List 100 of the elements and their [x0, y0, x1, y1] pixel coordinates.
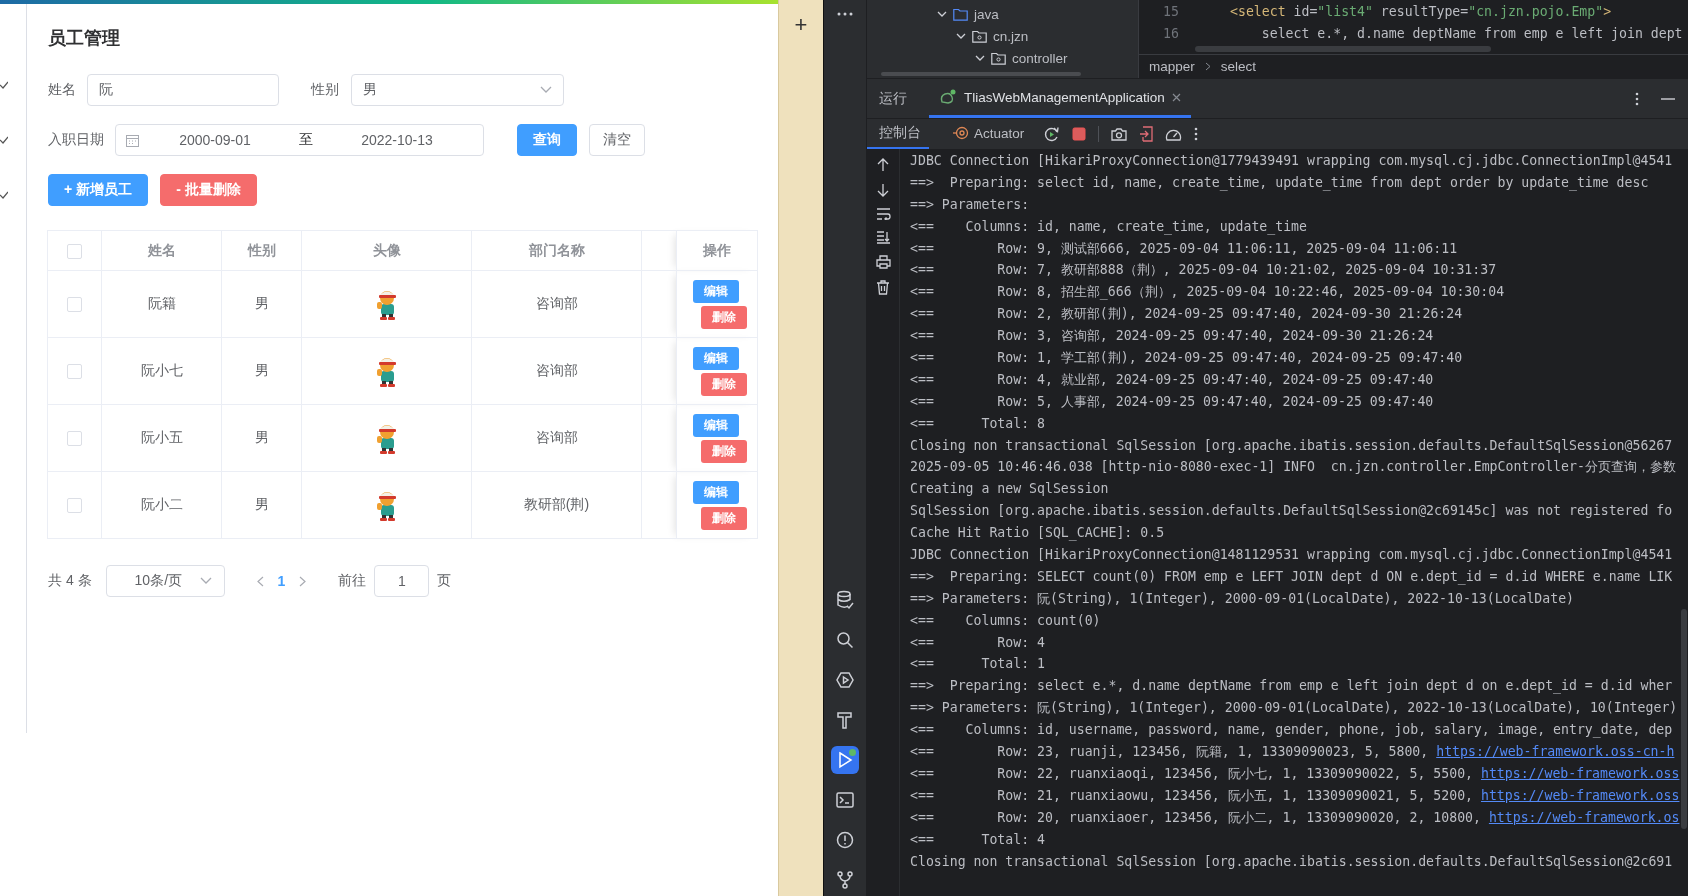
console-line: <== Columns: id, name, create_time, update_time — [910, 218, 1307, 234]
console-line: <== Total: 4 — [910, 831, 1045, 847]
column-header: 部门名称 — [528, 241, 585, 258]
end-date-field[interactable]: 2022-10-13 — [321, 132, 473, 148]
console-line: <== Row: 4, 就业部, 2024-09-25 09:47:40, 2024-09-25 09:47:40 — [910, 371, 1434, 387]
console-line: <== Row: 4 — [910, 634, 1045, 650]
wrap-icon[interactable] — [875, 208, 891, 220]
clear-button[interactable]: 清空 — [589, 124, 645, 156]
name-field[interactable]: 阮 — [87, 74, 279, 106]
tree-item[interactable]: cn.jzn — [993, 28, 1029, 44]
link[interactable]: https://web-framework.oss — [1480, 787, 1680, 803]
console-line: JDBC Connection [HikariProxyConnection@1779439491 wrapping com.mysql.cj.jdbc.ConnectionImpl@4541 — [910, 153, 1673, 168]
minimize-icon[interactable] — [1661, 97, 1675, 100]
link[interactable]: https://web-framework.oss — [1480, 765, 1680, 781]
console-line: <== Row: 23, ruanji, 123456, 阮籍, 1, 13309090023, 5, 5800, — [910, 744, 1430, 760]
page-suffix: 页 — [437, 572, 452, 590]
print-icon[interactable] — [875, 255, 891, 269]
more-icon[interactable] — [837, 12, 853, 16]
run-config-icon — [939, 89, 957, 105]
scroll-to-end-icon[interactable] — [875, 231, 891, 244]
close-icon[interactable] — [1171, 92, 1181, 102]
tree-item[interactable]: controller — [1012, 50, 1068, 66]
console-line: <== Total: 8 — [910, 415, 1045, 431]
gender-select[interactable]: 男 — [351, 74, 564, 106]
link[interactable]: https://web-framework.oss-cn-h — [1436, 744, 1675, 760]
tree-item[interactable]: java — [974, 6, 999, 22]
console-line: ==> Preparing: SELECT count(0) FROM emp e LEFT JOIN dept d ON e.dept_id = d.id WHERE e.name LIK — [910, 568, 1673, 584]
checkbox[interactable] — [67, 297, 82, 313]
checkbox[interactable] — [67, 431, 82, 447]
page-input[interactable]: 1 — [374, 565, 430, 597]
chevron-icon[interactable] — [975, 53, 985, 63]
camera-icon[interactable] — [1111, 127, 1128, 141]
page-title: 员工管理 — [48, 27, 121, 50]
column-header: 姓名 — [147, 241, 176, 258]
column-header: 操作 — [703, 241, 731, 258]
table-cell: 男 — [254, 362, 269, 378]
more-icon[interactable] — [1635, 91, 1639, 106]
code-line: select e.*, d.name deptName from emp e left join dept — [1260, 25, 1683, 41]
table-cell: 阮小二 — [140, 496, 183, 512]
check-icon — [0, 81, 8, 89]
field-label: 入职日期 — [48, 131, 104, 149]
add-button[interactable]: + — [794, 14, 808, 36]
console-line: Cache Hit Ratio [SQL_CACHE]: 0.5 — [910, 525, 1165, 541]
range-separator: 至 — [298, 131, 314, 149]
console-line: Closing non transactional SqlSession [org.apache.ibatis.session.defaults.DefaultSqlSession@2c691 — [910, 853, 1673, 869]
trash-icon[interactable] — [876, 280, 890, 295]
table-cell: 阮籍 — [147, 295, 176, 311]
stop-icon[interactable] — [1072, 127, 1087, 141]
breadcrumb-item[interactable]: select — [1220, 59, 1257, 75]
chevron-icon[interactable] — [937, 9, 947, 19]
console-line: Closing non transactional SqlSession [org.apache.ibatis.session.defaults.DefaultSqlSession@56267 — [910, 437, 1673, 453]
column-header: 性别 — [247, 241, 276, 258]
console-line: <== Row: 3, 咨询部, 2024-09-25 09:47:40, 2024-09-30 21:26:24 — [910, 328, 1434, 344]
console-line: <== Row: 1, 学工部(荆), 2024-09-25 09:47:40, 2024-09-25 09:47:40 — [910, 350, 1463, 365]
console-tab[interactable]: Actuator — [941, 119, 1033, 149]
check-icon — [0, 136, 8, 144]
up-arrow-icon[interactable] — [877, 158, 889, 172]
column-header: 头像 — [372, 241, 401, 258]
console-line: <== Columns: count(0) — [910, 612, 1101, 628]
checkbox[interactable] — [67, 243, 82, 259]
more-icon[interactable] — [1194, 127, 1199, 141]
console-line: ==> Parameters: 阮(String), 1(Integer), 2000-09-01(LocalDate), 2022-10-13(LocalDate), 10(Integer) — [910, 700, 1678, 716]
console-line: <== Row: 21, ruanxiaowu, 123456, 阮小五, 1, 13309090021, 5, 5200, — [910, 787, 1474, 803]
console-line: <== Row: 22, ruanxiaoqi, 123456, 阮小七, 1, 13309090022, 5, 5500, — [910, 765, 1474, 781]
checkbox[interactable] — [67, 364, 82, 380]
folder-icon — [953, 7, 968, 21]
target-icon — [953, 126, 969, 140]
run-icon[interactable] — [831, 746, 859, 774]
console-line: <== Row: 8, 招生部_666（荆）, 2025-09-04 10:22:46, 2025-09-04 10:30:04 — [910, 284, 1505, 300]
table-cell: 咨询部 — [535, 429, 578, 445]
console-line: <== Total: 1 — [910, 656, 1045, 672]
console-line: ==> Parameters: 阮(String), 1(Integer), 2000-09-01(LocalDate), 2022-10-13(LocalDate) — [910, 590, 1575, 606]
table-cell: 男 — [254, 295, 269, 311]
console-line: Creating a new SqlSession — [910, 481, 1109, 497]
breadcrumb-item[interactable]: mapper — [1149, 59, 1195, 75]
exit-icon[interactable] — [1139, 126, 1154, 142]
rerun-icon[interactable] — [1044, 126, 1061, 142]
console-line: ==> Preparing: select id, name, create_time, update_time from dept order by update_time desc — [910, 174, 1649, 190]
checkbox[interactable] — [67, 498, 82, 514]
console-line: <== Row: 5, 人事部, 2024-09-25 09:47:40, 2024-09-25 09:47:40 — [910, 393, 1434, 409]
page-size-select[interactable]: 10条/页 — [105, 565, 225, 597]
console-line: <== Columns: id, username, password, name, gender, phone, job, salary, image, entry_date, dep — [910, 722, 1673, 738]
console-line: SqlSession [org.apache.ibatis.session.defaults.DefaultSqlSession@2c69145c] was not registered fo — [910, 503, 1673, 519]
field-label: 性别 — [311, 81, 339, 99]
chevron-icon[interactable] — [956, 31, 966, 41]
table-cell: 男 — [254, 496, 269, 512]
console-tab[interactable]: 控制台 — [867, 119, 929, 149]
start-date-field[interactable]: 2000-09-01 — [139, 132, 291, 148]
console-line: JDBC Connection [HikariProxyConnection@1481129531 wrapping com.mysql.cj.jdbc.ConnectionImpl@4541 — [910, 547, 1673, 563]
console-line: <== Row: 20, ruanxiaoer, 123456, 阮小二, 1, 13309090020, 2, 10800, — [910, 809, 1482, 825]
console-line: <== Row: 9, 测试部666, 2025-09-04 11:06:11, 2025-09-04 11:06:11 — [910, 240, 1458, 256]
link[interactable]: https://web-framework.os — [1488, 809, 1680, 825]
console-line: <== Row: 7, 教研部888（荆）, 2025-09-04 10:21:02, 2025-09-04 10:31:37 — [910, 262, 1497, 278]
code-line: <select id="list4" resultType="cn.jzn.pojo.Emp"> — [1230, 3, 1612, 19]
table-cell: 咨询部 — [535, 362, 578, 378]
table-cell: 阮小七 — [140, 362, 183, 378]
down-arrow-icon[interactable] — [877, 183, 889, 197]
separator-icon — [1204, 62, 1211, 72]
total-count: 共 4 条 — [48, 572, 92, 590]
console-line: ==> Parameters: — [910, 196, 1030, 212]
